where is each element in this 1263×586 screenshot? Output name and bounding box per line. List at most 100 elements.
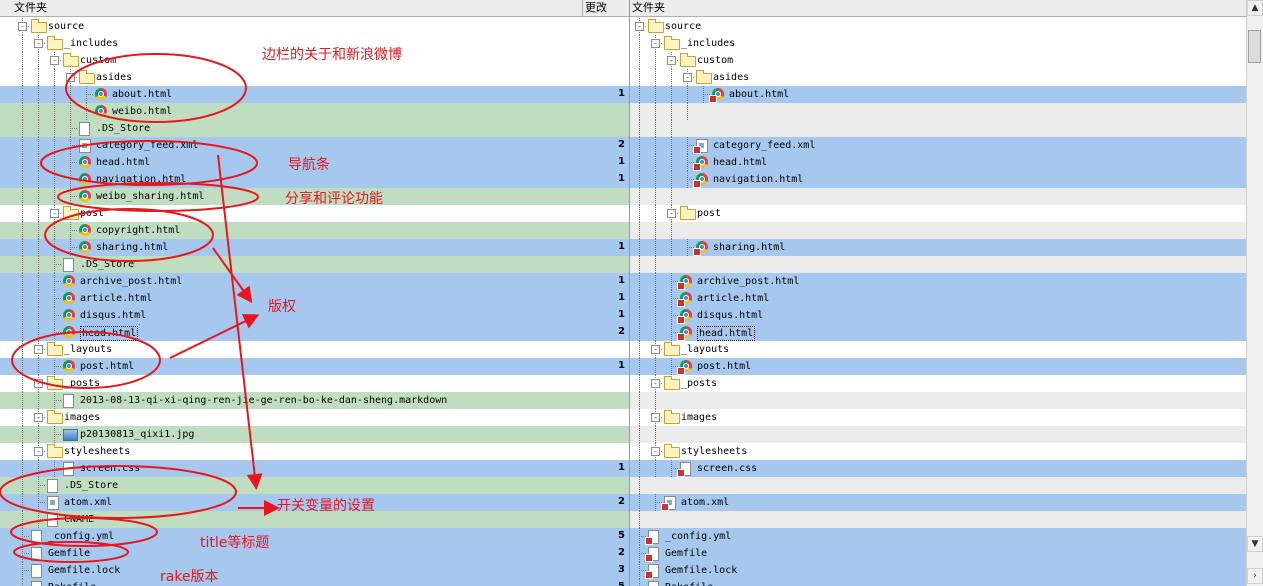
- folder-row[interactable]: - images: [630, 409, 1247, 426]
- empty-row[interactable]: [630, 120, 1247, 137]
- item-name: atom.xml: [64, 497, 113, 508]
- collapse-toggle[interactable]: -: [34, 413, 43, 422]
- folder-row[interactable]: - asides: [630, 69, 1247, 86]
- collapse-toggle[interactable]: -: [651, 413, 660, 422]
- collapse-toggle[interactable]: -: [667, 56, 676, 65]
- item-name: Gemfile.lock: [48, 565, 121, 576]
- file-row[interactable]: post.html 1: [0, 358, 629, 375]
- folder-row[interactable]: - _layouts: [0, 341, 629, 358]
- file-row[interactable]: article.html: [630, 290, 1247, 307]
- empty-row[interactable]: [630, 392, 1247, 409]
- empty-row[interactable]: [630, 103, 1247, 120]
- item-name: CNAME: [64, 514, 95, 525]
- folder-row[interactable]: - stylesheets: [0, 443, 629, 460]
- file-row[interactable]: about.html: [630, 86, 1247, 103]
- tree-guide-line: [639, 341, 640, 358]
- file-row[interactable]: .DS_Store: [0, 120, 629, 137]
- folder-row[interactable]: - source: [630, 18, 1247, 35]
- file-row[interactable]: navigation.html: [630, 171, 1247, 188]
- tree-guide-line: [671, 69, 672, 86]
- tree-branch-line: [86, 94, 93, 95]
- collapse-toggle[interactable]: -: [651, 39, 660, 48]
- tree-guide-line: [54, 222, 55, 239]
- empty-row[interactable]: [630, 222, 1247, 239]
- empty-row[interactable]: [630, 188, 1247, 205]
- collapse-toggle[interactable]: -: [66, 73, 75, 82]
- xml-file-icon: [79, 139, 91, 153]
- collapse-toggle[interactable]: -: [34, 379, 43, 388]
- folder-row[interactable]: - _posts: [0, 375, 629, 392]
- file-row[interactable]: Gemfile.lock 3: [0, 562, 629, 579]
- tree-branch-line: [70, 128, 77, 129]
- file-row[interactable]: Rakefile: [630, 579, 1247, 586]
- collapse-toggle[interactable]: -: [34, 447, 43, 456]
- file-row[interactable]: sharing.html 1: [0, 239, 629, 256]
- file-row[interactable]: head.html: [630, 324, 1247, 341]
- file-row[interactable]: Rakefile 5: [0, 579, 629, 586]
- file-row[interactable]: head.html 2: [0, 324, 629, 341]
- file-row[interactable]: category_feed.xml 2: [0, 137, 629, 154]
- folder-row[interactable]: - images: [0, 409, 629, 426]
- file-row[interactable]: archive_post.html 1: [0, 273, 629, 290]
- folder-row[interactable]: - custom: [630, 52, 1247, 69]
- empty-row[interactable]: [630, 426, 1247, 443]
- file-row[interactable]: .DS_Store: [0, 256, 629, 273]
- folder-row[interactable]: - _layouts: [630, 341, 1247, 358]
- empty-row[interactable]: [630, 256, 1247, 273]
- item-name: post: [80, 208, 105, 219]
- file-row[interactable]: head.html: [630, 154, 1247, 171]
- folder-row[interactable]: - stylesheets: [630, 443, 1247, 460]
- folder-column-header-right[interactable]: 文件夹: [632, 0, 665, 16]
- folder-column-header[interactable]: 文件夹: [14, 0, 47, 16]
- collapse-toggle[interactable]: -: [34, 39, 43, 48]
- collapse-toggle[interactable]: -: [651, 447, 660, 456]
- file-row[interactable]: Gemfile 2: [0, 545, 629, 562]
- file-row[interactable]: .DS_Store: [0, 477, 629, 494]
- folder-row[interactable]: - _posts: [630, 375, 1247, 392]
- collapse-toggle[interactable]: -: [651, 345, 660, 354]
- empty-row[interactable]: [630, 511, 1247, 528]
- file-row[interactable]: sharing.html: [630, 239, 1247, 256]
- scroll-thumb[interactable]: [1248, 30, 1261, 63]
- file-row[interactable]: weibo.html: [0, 103, 629, 120]
- scroll-up-button[interactable]: ▲: [1247, 0, 1263, 16]
- file-row[interactable]: p20130813_qixi1.jpg: [0, 426, 629, 443]
- file-row[interactable]: _config.yml: [630, 528, 1247, 545]
- file-row[interactable]: post.html: [630, 358, 1247, 375]
- folder-row[interactable]: - post: [630, 205, 1247, 222]
- file-row[interactable]: atom.xml: [630, 494, 1247, 511]
- collapse-toggle[interactable]: -: [50, 209, 59, 218]
- item-name: head.html: [713, 157, 768, 168]
- changes-column-header[interactable]: 更改: [582, 0, 629, 16]
- tree-branch-line: [54, 366, 61, 367]
- folder-row[interactable]: - asides: [0, 69, 629, 86]
- file-row[interactable]: article.html 1: [0, 290, 629, 307]
- file-row[interactable]: screen.css: [630, 460, 1247, 477]
- file-row[interactable]: Gemfile: [630, 545, 1247, 562]
- collapse-toggle[interactable]: -: [667, 209, 676, 218]
- file-row[interactable]: 2013-08-13-qi-xi-qing-ren-jie-ge-ren-bo-…: [0, 392, 629, 409]
- scroll-right-arrow[interactable]: ›: [1247, 568, 1263, 584]
- folder-icon: [664, 342, 680, 356]
- file-row[interactable]: screen.css 1: [0, 460, 629, 477]
- collapse-toggle[interactable]: -: [635, 22, 644, 31]
- collapse-toggle[interactable]: -: [651, 379, 660, 388]
- empty-row[interactable]: [630, 477, 1247, 494]
- file-row[interactable]: archive_post.html: [630, 273, 1247, 290]
- file-row[interactable]: Gemfile.lock: [630, 562, 1247, 579]
- folder-icon: [664, 36, 680, 50]
- vertical-scrollbar[interactable]: ▲ ▼ ›: [1246, 0, 1263, 586]
- folder-row[interactable]: - _includes: [630, 35, 1247, 52]
- file-row[interactable]: disqus.html 1: [0, 307, 629, 324]
- collapse-toggle[interactable]: -: [50, 56, 59, 65]
- collapse-toggle[interactable]: -: [34, 345, 43, 354]
- scroll-down-button[interactable]: ▼: [1247, 536, 1263, 552]
- file-row[interactable]: disqus.html: [630, 307, 1247, 324]
- collapse-toggle[interactable]: -: [18, 22, 27, 31]
- file-row[interactable]: copyright.html: [0, 222, 629, 239]
- file-row[interactable]: about.html 1: [0, 86, 629, 103]
- file-row[interactable]: _config.yml 5: [0, 528, 629, 545]
- file-row[interactable]: category_feed.xml: [630, 137, 1247, 154]
- folder-row[interactable]: - source: [0, 18, 629, 35]
- collapse-toggle[interactable]: -: [683, 73, 692, 82]
